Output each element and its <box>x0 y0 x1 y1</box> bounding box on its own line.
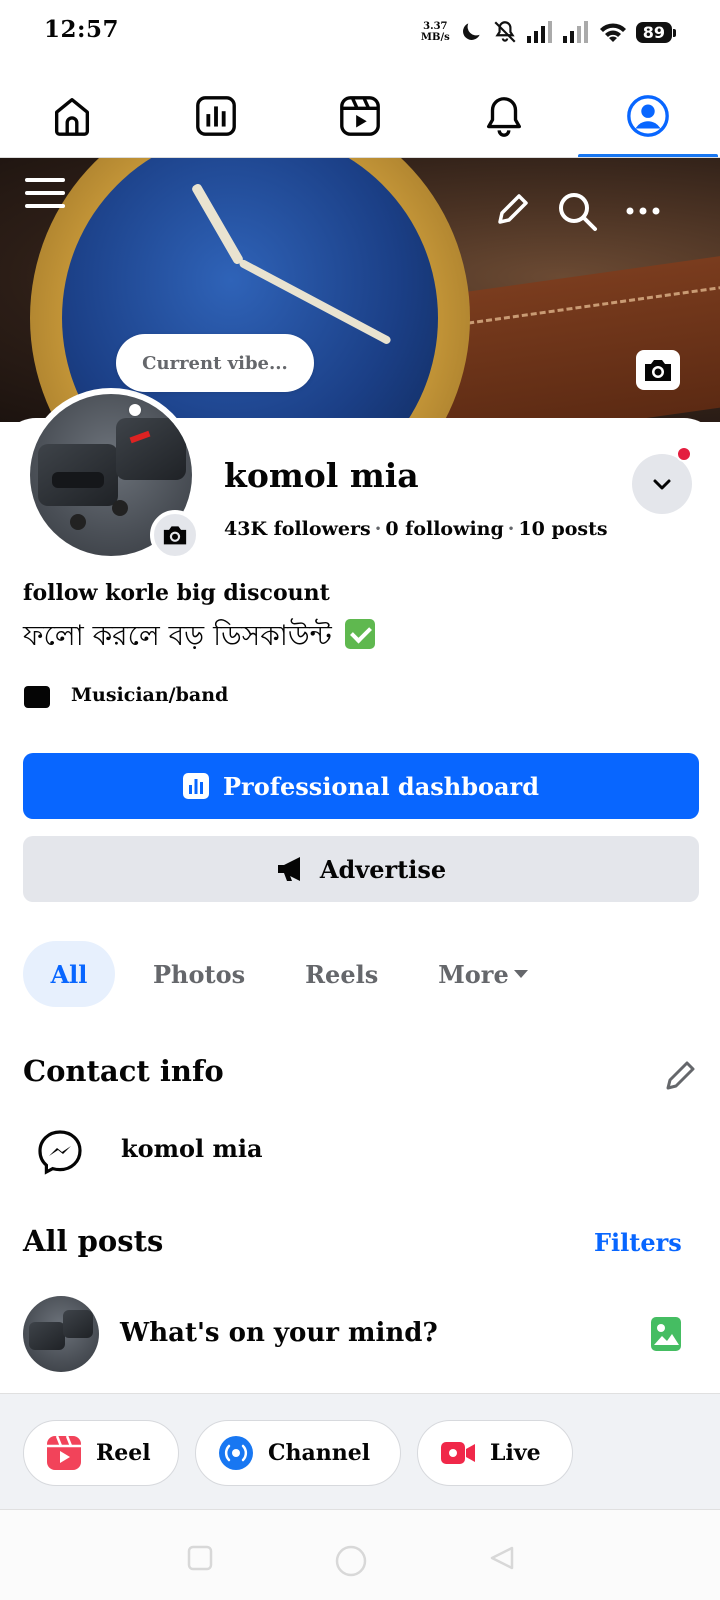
network-speed: 3.37 MB/s <box>421 21 450 43</box>
cover-camera-button[interactable] <box>636 350 680 390</box>
photo-icon[interactable] <box>650 1316 682 1352</box>
dashboard-icon <box>183 773 209 799</box>
stats-separator: · <box>374 518 382 540</box>
dashboard-icon <box>196 96 236 136</box>
composer-avatar-case <box>29 1322 65 1350</box>
live-video-icon <box>441 1442 475 1464</box>
edit-icon[interactable] <box>492 190 532 230</box>
megaphone-icon <box>277 857 300 881</box>
system-navigation-bar <box>0 1510 720 1600</box>
tab-all[interactable]: All <box>23 941 115 1007</box>
check-mark-icon <box>344 619 375 649</box>
tab-more[interactable]: More <box>400 941 551 1007</box>
composer-avatar <box>23 1296 99 1372</box>
all-posts-title: All posts <box>23 1224 164 1258</box>
profile-stats: 43K followers · 0 following · 10 posts <box>224 518 608 540</box>
moon-icon <box>462 23 480 40</box>
status-icons: 3.37 MB/s 89 <box>421 16 677 48</box>
posts-count[interactable]: 10 posts <box>518 518 607 540</box>
bio-bengali-text: ফলো করলে বড় ডিসকাউন্ট <box>23 619 332 652</box>
messenger-contact-name[interactable]: komol mia <box>121 1134 263 1163</box>
caret-down-icon <box>513 970 528 978</box>
reel-chip[interactable]: Reel <box>23 1420 179 1486</box>
back-icon[interactable] <box>488 1544 516 1572</box>
channel-chip[interactable]: Channel <box>195 1420 401 1486</box>
tab-photos[interactable]: Photos <box>115 941 267 1007</box>
tab-notifications[interactable] <box>432 74 576 158</box>
profile-name: komol mia <box>224 456 419 495</box>
live-chip[interactable]: Live <box>417 1420 573 1486</box>
following-count[interactable]: 0 following <box>385 518 503 540</box>
search-icon[interactable] <box>556 190 598 232</box>
stats-separator-2: · <box>507 518 515 540</box>
filters-link[interactable]: Filters <box>594 1228 682 1257</box>
camera-icon <box>645 360 671 381</box>
status-time: 12:57 <box>44 16 120 43</box>
net-speed-value: 3.37 <box>423 21 448 32</box>
profile-dropdown-button[interactable] <box>632 454 692 514</box>
channel-label: Channel <box>268 1440 371 1466</box>
bell-icon <box>486 97 522 137</box>
cover-photo[interactable] <box>0 158 720 422</box>
contact-info-title: Contact info <box>23 1054 224 1088</box>
signal-icon <box>526 21 552 43</box>
top-navigation <box>0 74 720 158</box>
tab-reels-filter[interactable]: Reels <box>267 941 400 1007</box>
professional-dashboard-button[interactable]: Professional dashboard <box>23 753 699 819</box>
advertise-label: Advertise <box>319 854 447 884</box>
net-speed-unit: MB/s <box>420 32 450 43</box>
channel-icon <box>219 1436 253 1470</box>
status-bar: 12:57 3.37 MB/s 89 <box>0 0 720 66</box>
avatar-earbud <box>70 514 86 530</box>
signal-icon-2 <box>562 21 588 43</box>
wifi-icon <box>599 23 626 42</box>
profile-icon <box>627 95 669 137</box>
category-label: Musician/band <box>71 684 229 706</box>
bio-english: follow korle big discount <box>23 580 330 606</box>
vibe-bubble-tail <box>129 404 141 416</box>
reels-icon <box>340 96 380 136</box>
avatar-earbud-2 <box>112 500 128 516</box>
reel-icon <box>47 1435 81 1470</box>
camera-icon <box>163 526 187 545</box>
tab-profile[interactable] <box>576 74 720 158</box>
create-actions-bar: Reel Channel Live <box>0 1393 720 1510</box>
tab-more-label: More <box>438 959 509 989</box>
reel-label: Reel <box>96 1440 151 1466</box>
avatar-earbud-case-2 <box>116 418 186 480</box>
current-vibe-bubble[interactable]: Current vibe... <box>116 334 314 392</box>
tab-home[interactable] <box>0 74 144 158</box>
chevron-down-icon <box>653 479 671 490</box>
edit-contact-icon[interactable] <box>662 1056 700 1094</box>
tab-reels[interactable] <box>288 74 432 158</box>
live-label: Live <box>490 1440 541 1466</box>
menu-icon[interactable] <box>24 172 66 214</box>
category-icon <box>24 686 50 708</box>
recent-apps-icon[interactable] <box>186 1544 214 1572</box>
more-icon[interactable] <box>622 190 664 232</box>
tab-dashboard[interactable] <box>144 74 288 158</box>
followers-count[interactable]: 43K followers <box>224 518 371 540</box>
composer-avatar-case-2 <box>63 1310 93 1338</box>
bio-bengali: ফলো করলে বড় ডিসকাউন্ট <box>23 614 375 661</box>
composer-placeholder[interactable]: What's on your mind? <box>120 1318 438 1348</box>
bell-muted-icon <box>494 21 516 43</box>
avatar-camera-button[interactable] <box>150 510 200 560</box>
professional-dashboard-label: Professional dashboard <box>223 771 539 801</box>
home-icon <box>54 98 90 136</box>
messenger-icon <box>38 1130 82 1175</box>
advertise-button[interactable]: Advertise <box>23 836 699 902</box>
home-button-icon[interactable] <box>334 1544 368 1578</box>
profile-filter-tabs: All Photos Reels More <box>23 941 551 1007</box>
battery-indicator: 89 <box>635 21 677 43</box>
notification-dot <box>676 446 692 462</box>
avatar-case-slot <box>52 472 104 488</box>
